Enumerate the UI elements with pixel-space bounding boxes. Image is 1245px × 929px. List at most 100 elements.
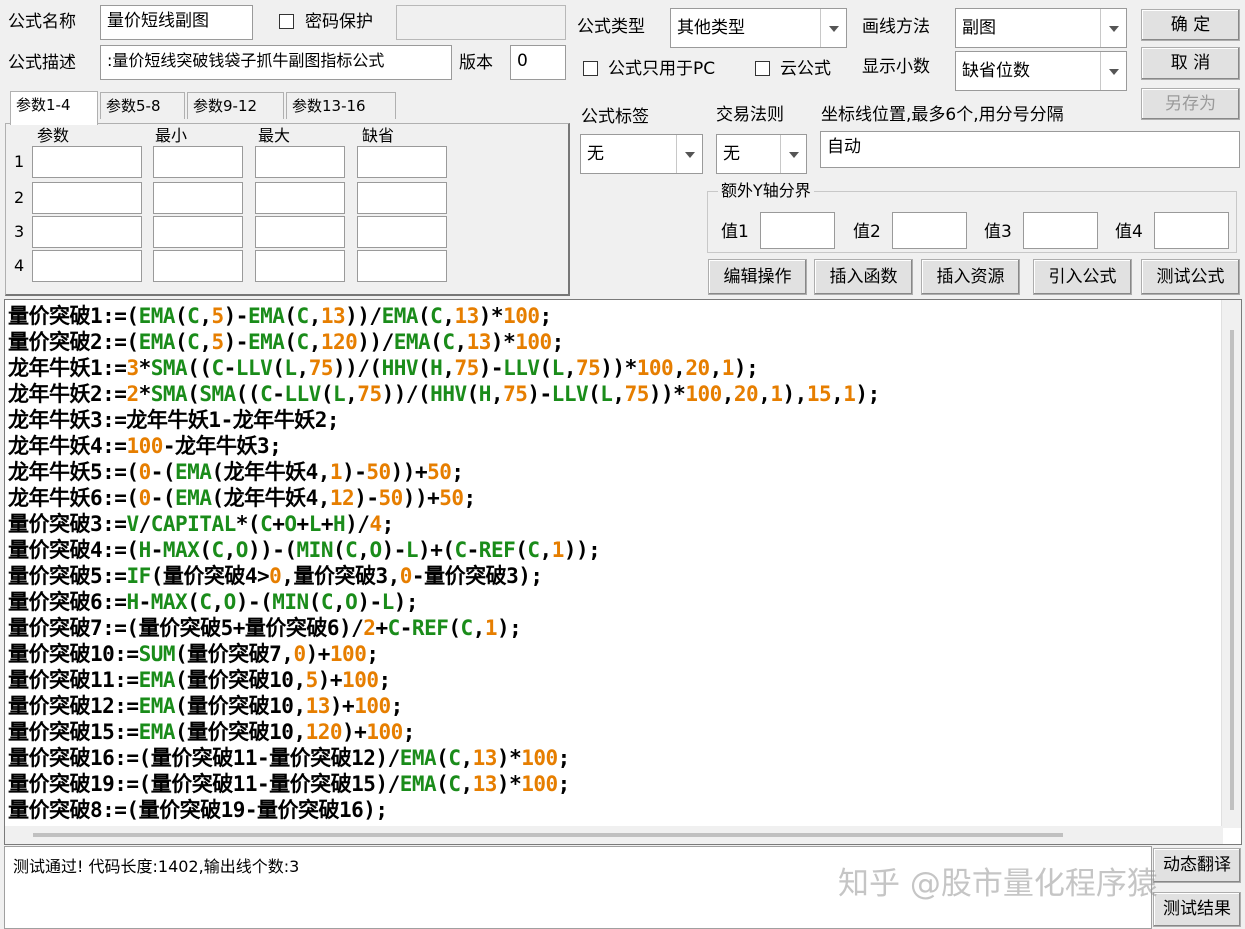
param-4-default[interactable] — [357, 250, 447, 282]
param-2-max[interactable] — [255, 182, 345, 214]
code-line: 量价突破1:=(EMA(C,5)-EMA(C,13))/EMA(C,13)*10… — [8, 304, 552, 328]
status-message: 测试通过! 代码长度:1402,输出线个数:3 — [13, 857, 300, 876]
param-2-default[interactable] — [357, 182, 447, 214]
draw-method-value: 副图 — [962, 18, 996, 38]
chevron-down-icon — [820, 9, 846, 47]
param-row-number: 3 — [14, 222, 25, 241]
value3-input[interactable] — [1023, 212, 1098, 249]
code-line: 量价突破6:=H-MAX(C,O)-(MIN(C,O)-L); — [8, 590, 419, 614]
code-line: 龙年牛妖5:=(0-(EMA(龙年牛妖4,1)-50))+50; — [8, 460, 464, 484]
trade-rule-value: 无 — [723, 144, 740, 164]
code-line: 龙年牛妖4:=100-龙年牛妖3; — [8, 434, 282, 458]
draw-method-select[interactable]: 副图 — [955, 8, 1127, 48]
code-line: 量价突破19:=(量价突破11-量价突破15)/EMA(C,13)*100; — [8, 772, 570, 796]
value2-input[interactable] — [892, 212, 967, 249]
code-line: 龙年牛妖3:=龙年牛妖1-龙年牛妖2; — [8, 408, 340, 432]
trade-rule-label: 交易法则 — [716, 105, 784, 125]
value3-label: 值3 — [984, 222, 1012, 242]
pc-only-checkbox[interactable] — [583, 61, 598, 76]
param-4-max[interactable] — [255, 250, 345, 282]
tab-params-1-4[interactable]: 参数1-4 — [10, 91, 98, 125]
formula-type-label: 公式类型 — [577, 17, 645, 37]
vertical-scrollbar[interactable] — [1221, 300, 1241, 828]
tab-params-5-8[interactable]: 参数5-8 — [100, 92, 185, 119]
param-1-name[interactable] — [32, 146, 142, 178]
tab-params-9-12[interactable]: 参数9-12 — [187, 92, 284, 119]
version-label: 版本 — [459, 53, 493, 73]
code-line: 量价突破15:=EMA(量价突破10,120)+100; — [8, 720, 415, 744]
param-1-default[interactable] — [357, 146, 447, 178]
param-2-name[interactable] — [32, 182, 142, 214]
param-3-min[interactable] — [153, 216, 243, 248]
param-4-min[interactable] — [153, 250, 243, 282]
param-4-name[interactable] — [32, 250, 142, 282]
code-editor[interactable]: 量价突破1:=(EMA(C,5)-EMA(C,13))/EMA(C,13)*10… — [4, 299, 1242, 845]
value1-label: 值1 — [721, 222, 749, 242]
param-1-min[interactable] — [153, 146, 243, 178]
cloud-label: 云公式 — [780, 59, 831, 79]
coord-lines-input[interactable]: 自动 — [820, 131, 1240, 168]
param-3-default[interactable] — [357, 216, 447, 248]
edit-ops-button[interactable]: 编辑操作 — [708, 259, 807, 295]
code-line: 量价突破3:=V/CAPITAL*(C+O+L+H)/4; — [8, 512, 394, 536]
pc-only-label: 公式只用于PC — [608, 59, 716, 79]
insert-function-button[interactable]: 插入函数 — [814, 259, 913, 295]
password-label: 密码保护 — [305, 12, 373, 32]
formula-name-label: 公式名称 — [8, 12, 76, 32]
code-lines: 量价突破1:=(EMA(C,5)-EMA(C,13))/EMA(C,13)*10… — [8, 303, 880, 823]
value4-input[interactable] — [1154, 212, 1229, 249]
cloud-checkbox[interactable] — [755, 61, 770, 76]
chevron-down-icon — [780, 135, 806, 173]
tab-params-13-16[interactable]: 参数13-16 — [286, 92, 396, 119]
code-line: 量价突破8:=(量价突破19-量价突破16); — [8, 798, 388, 822]
formula-tag-select[interactable]: 无 — [580, 134, 703, 174]
password-input — [396, 5, 566, 40]
code-line: 量价突破2:=(EMA(C,5)-EMA(C,120))/EMA(C,13)*1… — [8, 330, 564, 354]
param-row-number: 4 — [14, 256, 25, 275]
test-result-button[interactable]: 测试结果 — [1153, 892, 1241, 927]
param-col-default: 缺省 — [362, 126, 395, 145]
param-3-name[interactable] — [32, 216, 142, 248]
formula-tag-value: 无 — [587, 144, 604, 164]
code-line: 量价突破7:=(量价突破5+量价突破6)/2+C-REF(C,1); — [8, 616, 522, 640]
chevron-down-icon — [1100, 9, 1126, 47]
watermark: 知乎 @股市量化程序猿 — [838, 866, 1158, 902]
formula-desc-input[interactable]: 量价短线突破钱袋子抓牛副图指标公式: — [100, 45, 452, 80]
decimals-select[interactable]: 缺省位数 — [955, 51, 1127, 91]
value1-input[interactable] — [760, 212, 835, 249]
code-line: 量价突破4:=(H-MAX(C,O))-(MIN(C,O)-L)+(C-REF(… — [8, 538, 601, 562]
cancel-button[interactable]: 取 消 — [1141, 47, 1240, 80]
dynamic-translate-button[interactable]: 动态翻译 — [1153, 848, 1241, 883]
code-line: 量价突破12:=EMA(量价突破10,13)+100; — [8, 694, 403, 718]
code-line: 量价突破5:=IF(量价突破4>0,量价突破3,0-量价突破3); — [8, 564, 543, 588]
insert-resource-button[interactable]: 插入资源 — [921, 259, 1020, 295]
param-col-name: 参数 — [37, 126, 70, 145]
code-line: 龙年牛妖1:=3*SMA((C-LLV(L,75))/(HHV(H,75)-LL… — [8, 356, 759, 380]
scroll-thumb[interactable] — [1230, 330, 1234, 810]
param-col-min: 最小 — [155, 126, 188, 145]
chevron-down-icon — [676, 135, 702, 173]
password-checkbox[interactable] — [279, 14, 294, 29]
code-line: 龙年牛妖6:=(0-(EMA(龙年牛妖4,12)-50))+50; — [8, 486, 476, 510]
code-line: 量价突破10:=SUM(量价突破7,0)+100; — [8, 642, 379, 666]
param-3-max[interactable] — [255, 216, 345, 248]
code-line: 龙年牛妖2:=2*SMA(SMA((C-LLV(L,75))/(HHV(H,75… — [8, 382, 880, 406]
code-line: 量价突破16:=(量价突破11-量价突破12)/EMA(C,13)*100; — [8, 746, 570, 770]
scroll-thumb[interactable] — [33, 833, 1063, 837]
formula-name-input[interactable]: 量价短线副图 — [100, 5, 253, 40]
import-formula-button[interactable]: 引入公式 — [1033, 259, 1132, 295]
coord-lines-label: 坐标线位置,最多6个,用分号分隔 — [821, 105, 1064, 125]
param-1-max[interactable] — [255, 146, 345, 178]
version-input[interactable]: 0 — [510, 45, 566, 80]
formula-type-select[interactable]: 其他类型 — [670, 8, 847, 48]
code-line: 量价突破11:=EMA(量价突破10,5)+100; — [8, 668, 391, 692]
horizontal-scrollbar[interactable] — [5, 826, 1223, 844]
test-formula-button[interactable]: 测试公式 — [1141, 259, 1240, 295]
formula-type-value: 其他类型 — [677, 18, 745, 38]
ok-button[interactable]: 确 定 — [1141, 9, 1240, 41]
trade-rule-select[interactable]: 无 — [716, 134, 807, 174]
decimals-value: 缺省位数 — [962, 61, 1030, 81]
param-col-max: 最大 — [258, 126, 291, 145]
param-row-number: 2 — [14, 188, 25, 207]
param-2-min[interactable] — [153, 182, 243, 214]
